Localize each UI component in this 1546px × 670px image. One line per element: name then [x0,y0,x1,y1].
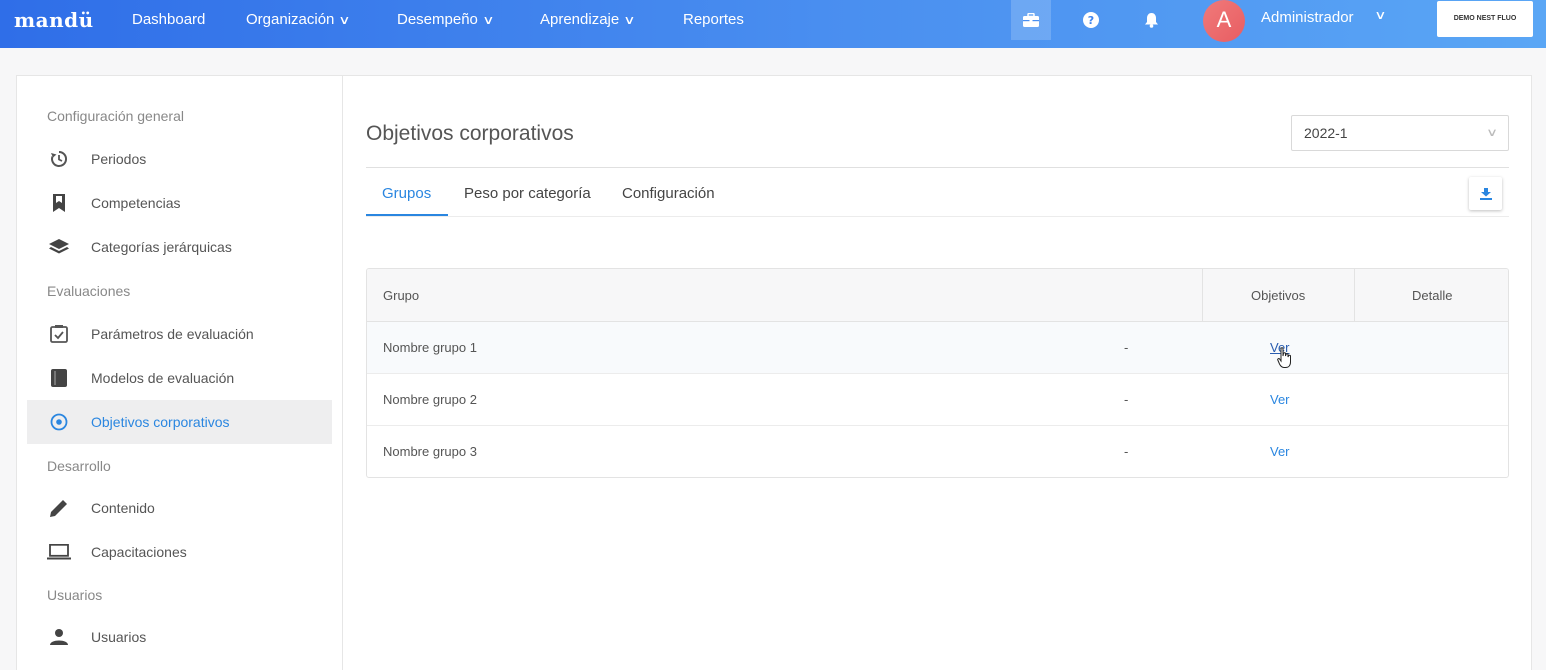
download-icon [1479,187,1492,200]
sidebar-item-label: Objetivos corporativos [91,414,230,430]
tab-grupos[interactable]: Grupos [382,185,431,202]
help-button[interactable]: ? [1071,0,1111,40]
sidebar-item-capacitaciones[interactable]: Capacitaciones [27,530,332,574]
sidebar-item-label: Contenido [91,500,155,516]
laptop-icon [47,544,71,560]
sidebar-item-label: Modelos de evaluación [91,370,235,386]
sidebar-item-periodos[interactable]: Periodos [27,137,332,181]
sidebar-item-contenido[interactable]: Contenido [27,486,332,530]
briefcase-button[interactable] [1011,0,1051,40]
ver-link-text[interactable]: Ver [1270,392,1290,407]
checkbox-icon [47,325,71,343]
nav-organizacion-label: Organización [246,11,335,28]
sidebar-item-usuarios[interactable]: Usuarios [27,615,332,659]
nav-organizacion[interactable]: Organización ∨ [246,0,351,48]
ver-link-text[interactable]: Ver [1270,444,1290,459]
table-row: Nombre grupo 3 - Ver [367,426,1508,477]
sidebar-item-competencias[interactable]: Competencias [27,181,332,225]
main-panel: Objetivos corporativos 2022-1 ∨ Grupos P… [342,75,1532,670]
group-name: Nombre grupo 2 [383,392,477,407]
view-objectives-link[interactable]: Ver [1270,426,1290,477]
sidebar: Configuración general Periodos Competenc… [16,75,342,670]
period-select-value: 2022-1 [1304,125,1348,141]
table-row: Nombre grupo 1 - Ver [367,322,1508,374]
avatar[interactable]: A [1203,0,1245,42]
title-divider [366,167,1509,168]
view-objectives-link[interactable]: Ver [1270,374,1290,426]
group-value: - [1124,392,1129,407]
table-header: Grupo Objetivos Detalle [367,269,1508,322]
sidebar-item-label: Usuarios [91,629,147,645]
chevron-down-icon[interactable]: ∨ [1374,8,1386,22]
history-icon [47,150,71,168]
sidebar-item-label: Competencias [91,195,181,211]
nav-reportes[interactable]: Reportes [683,0,744,48]
help-icon: ? [1083,12,1099,28]
brand-logo[interactable]: mandü [14,8,94,32]
notifications-button[interactable] [1131,0,1171,40]
column-divider [1354,269,1355,322]
nav-dashboard-label: Dashboard [132,11,206,28]
chevron-down-icon: ∨ [623,13,636,27]
bookmark-icon [47,194,71,212]
top-navbar: mandü Dashboard Organización ∨ Desempeño ∨… [0,0,1546,48]
group-name: Nombre grupo 1 [383,340,477,355]
tab-peso-por-categoria[interactable]: Peso por categoría [464,185,591,202]
nav-dashboard[interactable]: Dashboard [132,0,205,48]
nav-desempeno-label: Desempeño [397,11,478,28]
chevron-down-icon: ∨ [338,13,351,27]
company-logo: DEMO NEST FLUO [1437,1,1533,37]
user-name[interactable]: Administrador [1261,0,1354,36]
section-title: Configuración general [47,108,184,124]
column-divider [1202,269,1203,322]
nav-aprendizaje-label: Aprendizaje [540,11,620,28]
briefcase-icon [1023,13,1039,27]
section-title: Usuarios [47,587,103,603]
sidebar-item-parametros[interactable]: Parámetros de evaluación [27,312,332,356]
groups-table: Grupo Objetivos Detalle Nombre grupo 1 -… [366,268,1509,478]
target-icon [47,413,71,431]
svg-text:?: ? [1088,14,1094,27]
sidebar-item-categorias[interactable]: Categorías jerárquicas [27,225,332,269]
sidebar-item-label: Categorías jerárquicas [91,239,232,255]
sidebar-item-label: Capacitaciones [91,544,187,560]
tab-divider [366,216,1509,217]
sidebar-item-modelos[interactable]: Modelos de evaluación [27,356,332,400]
header-grupo: Grupo [383,288,420,303]
bell-icon [1144,12,1158,28]
table-row: Nombre grupo 2 - Ver [367,374,1508,426]
section-title: Desarrollo [47,458,111,474]
user-icon [47,629,71,645]
nav-aprendizaje[interactable]: Aprendizaje ∨ [540,0,636,48]
group-name: Nombre grupo 3 [383,444,477,459]
chevron-down-icon: ∨ [482,13,495,27]
nav-reportes-label: Reportes [683,11,744,28]
hand-cursor-icon [1277,347,1291,368]
group-value: - [1124,340,1129,355]
chevron-down-icon: ∨ [1485,127,1499,139]
download-button[interactable] [1469,177,1502,210]
header-objetivos: Objetivos [1251,288,1306,303]
period-select[interactable]: 2022-1 ∨ [1291,115,1509,151]
pencil-icon [47,499,71,517]
page-title: Objetivos corporativos [366,122,574,145]
nav-desempeno[interactable]: Desempeño ∨ [397,0,495,48]
layers-icon [47,239,71,255]
book-icon [47,369,71,387]
sidebar-item-label: Parámetros de evaluación [91,326,254,342]
section-title: Evaluaciones [47,283,131,299]
tab-configuracion[interactable]: Configuración [622,185,715,202]
group-value: - [1124,444,1129,459]
sidebar-item-objetivos[interactable]: Objetivos corporativos [27,400,332,444]
header-detalle: Detalle [1412,288,1453,303]
sidebar-item-label: Periodos [91,151,147,167]
